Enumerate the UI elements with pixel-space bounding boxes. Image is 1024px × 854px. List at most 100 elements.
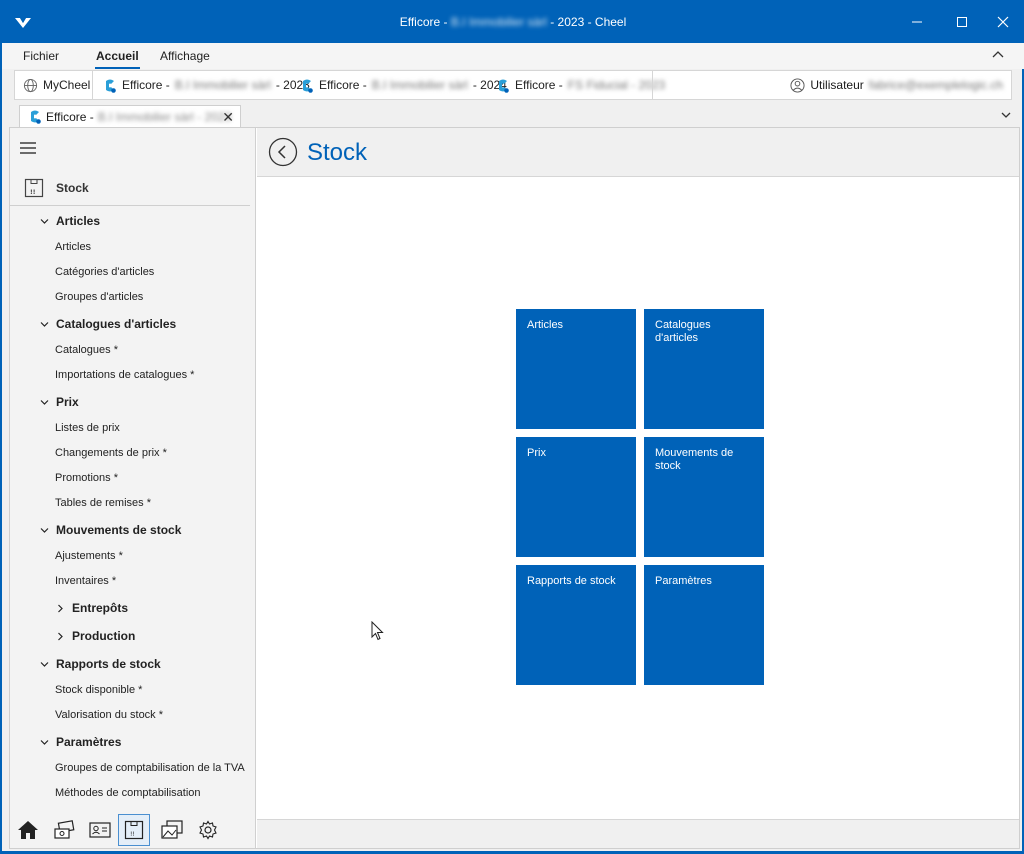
nav-group-catalogues[interactable]: Catalogues d'articles xyxy=(40,317,176,331)
nav-item-articles[interactable]: Articles xyxy=(55,241,91,253)
close-window-button[interactable] xyxy=(980,1,1024,43)
nav-item-groupes-tva[interactable]: Groupes de comptabilisation de la TVA xyxy=(55,762,245,774)
module-home-button[interactable] xyxy=(12,814,44,846)
nav-subgroup-entrepots[interactable]: Entrepôts xyxy=(56,601,128,615)
nav-group-label: Articles xyxy=(56,214,101,228)
nav-item-changements-prix[interactable]: Changements de prix * xyxy=(55,447,167,459)
tile-prix[interactable]: Prix xyxy=(516,437,636,557)
close-icon xyxy=(997,16,1009,28)
home-icon xyxy=(18,821,38,839)
sidebar-divider xyxy=(10,205,250,206)
nav-group-label: Rapports de stock xyxy=(56,657,161,671)
app-window: Efficore - B.I Immobilier sàrl - 2023 - … xyxy=(1,0,1024,852)
module-finance-button[interactable] xyxy=(48,814,80,846)
chevron-down-icon[interactable] xyxy=(1000,109,1012,121)
document-tabs-bar: MyCheel Efficore - B.I Immobilier sàrl -… xyxy=(14,70,1012,100)
module-stock-button[interactable]: !! xyxy=(118,814,150,846)
svg-text:!!: !! xyxy=(30,189,35,196)
nav-group-label: Prix xyxy=(56,395,79,409)
hamburger-menu-icon[interactable] xyxy=(20,141,36,155)
tile-parametres[interactable]: Paramètres xyxy=(644,565,764,685)
nav-item-methodes-comptabilisation[interactable]: Méthodes de comptabilisation xyxy=(55,787,201,799)
nav-group-articles[interactable]: Articles xyxy=(40,214,100,228)
collapse-ribbon-icon[interactable] xyxy=(992,49,1004,61)
efficore-logo-icon xyxy=(499,79,509,93)
window-title-prefix: Efficore - xyxy=(399,15,451,29)
user-account[interactable]: Utilisateur fabrice@exemplelogic.ch xyxy=(790,71,1003,99)
nav-item-valorisation-stock[interactable]: Valorisation du stock * xyxy=(55,709,163,721)
nav-group-label: Mouvements de stock xyxy=(56,523,182,537)
chevron-down-icon xyxy=(40,321,49,327)
nav-item-catalogues[interactable]: Catalogues * xyxy=(55,344,118,356)
nav-item-listes-prix[interactable]: Listes de prix xyxy=(55,422,120,434)
close-tab-icon[interactable]: ✕ xyxy=(222,109,234,126)
menu-affichage[interactable]: Affichage xyxy=(160,49,210,63)
gear-icon xyxy=(199,820,217,840)
efficore-logo-icon xyxy=(303,79,313,93)
tab-app-label: Efficore - xyxy=(122,78,170,92)
nav-group-parametres[interactable]: Paramètres xyxy=(40,735,121,749)
tab-company-label: B.I Immobilier sàrl xyxy=(174,78,271,92)
module-documents-button[interactable] xyxy=(156,814,188,846)
tab-separator xyxy=(652,71,653,99)
nav-subgroup-production[interactable]: Production xyxy=(56,629,135,643)
page-title: Stock xyxy=(307,139,368,166)
tile-catalogues-articles[interactable]: Catalogues d'articles xyxy=(644,309,764,429)
menu-accueil[interactable]: Accueil xyxy=(95,49,140,69)
nav-item-ajustements[interactable]: Ajustements * xyxy=(55,550,123,562)
content-header: Stock xyxy=(257,128,1019,177)
back-arrow-icon[interactable] xyxy=(268,137,298,167)
tile-mouvements-stock[interactable]: Mouvements de stock xyxy=(644,437,764,557)
sidebar: !! Stock Articles Articles Catégories d'… xyxy=(10,128,256,848)
stock-box-icon: !! xyxy=(124,820,144,840)
tab-efficore-2024[interactable]: Efficore - B.I Immobilier sàrl - 2024 xyxy=(300,71,507,99)
nav-item-inventaires[interactable]: Inventaires * xyxy=(55,575,116,587)
chevron-down-icon xyxy=(40,527,49,533)
nav-item-groupes-articles[interactable]: Groupes d'articles xyxy=(55,291,143,303)
efficore-logo-icon xyxy=(31,110,41,124)
main-area: !! Stock Articles Articles Catégories d'… xyxy=(9,127,1020,849)
nav-item-promotions[interactable]: Promotions * xyxy=(55,472,118,484)
sidebar-header: !! Stock xyxy=(24,178,89,198)
nav-group-label: Paramètres xyxy=(56,735,122,749)
efficore-logo-icon xyxy=(106,79,116,93)
nav-subgroup-label: Entrepôts xyxy=(72,601,129,615)
chevron-down-icon xyxy=(40,661,49,667)
nav-group-rapports[interactable]: Rapports de stock xyxy=(40,657,161,671)
window-title-suffix: - 2023 - Cheel xyxy=(546,15,627,29)
svg-text:!!: !! xyxy=(130,831,135,838)
status-bar xyxy=(257,819,1019,848)
menu-fichier[interactable]: Fichier xyxy=(23,49,59,63)
globe-icon xyxy=(23,78,38,92)
nav-item-stock-disponible[interactable]: Stock disponible * xyxy=(55,684,142,696)
module-contacts-button[interactable] xyxy=(84,814,116,846)
user-label: Utilisateur xyxy=(810,78,864,92)
nav-group-prix[interactable]: Prix xyxy=(40,395,79,409)
tab-company-label: B.I Immobilier sàrl xyxy=(371,78,468,92)
open-tab-app: Efficore - xyxy=(46,109,94,124)
tab-mycheel-label: MyCheel xyxy=(43,78,91,92)
nav-item-importations-catalogues[interactable]: Importations de catalogues * xyxy=(55,369,194,381)
stock-box-icon: !! xyxy=(24,178,44,198)
tile-articles[interactable]: Articles xyxy=(516,309,636,429)
nav-group-label: Catalogues d'articles xyxy=(56,317,177,331)
sidebar-header-label: Stock xyxy=(56,181,89,195)
maximize-button[interactable] xyxy=(939,1,985,43)
module-settings-button[interactable] xyxy=(192,814,224,846)
chevron-down-icon xyxy=(40,218,49,224)
user-icon xyxy=(790,77,805,93)
image-stack-icon xyxy=(161,820,183,839)
tab-mycheel[interactable]: MyCheel xyxy=(23,71,90,99)
content-area: Stock Articles Catalogues d'articles Pri… xyxy=(257,128,1019,848)
tile-rapports-stock[interactable]: Rapports de stock xyxy=(516,565,636,685)
ribbon-menu: Fichier Accueil Affichage xyxy=(2,43,1024,69)
nav-item-tables-remises[interactable]: Tables de remises * xyxy=(55,497,151,509)
tab-efficore-2023[interactable]: Efficore - B.I Immobilier sàrl - 2023 xyxy=(103,71,310,99)
chevron-right-icon xyxy=(58,632,63,640)
nav-group-mouvements[interactable]: Mouvements de stock xyxy=(40,523,181,537)
tab-app-label: Efficore - xyxy=(319,78,367,92)
minimize-button[interactable] xyxy=(894,1,940,43)
nav-item-categories-articles[interactable]: Catégories d'articles xyxy=(55,266,154,278)
open-document-tab[interactable]: Efficore - B.I Immobilier sàrl - 2023 ✕ xyxy=(19,105,241,127)
tab-efficore-fiducial[interactable]: Efficore - FS Fiducial - 2023 xyxy=(496,71,665,99)
